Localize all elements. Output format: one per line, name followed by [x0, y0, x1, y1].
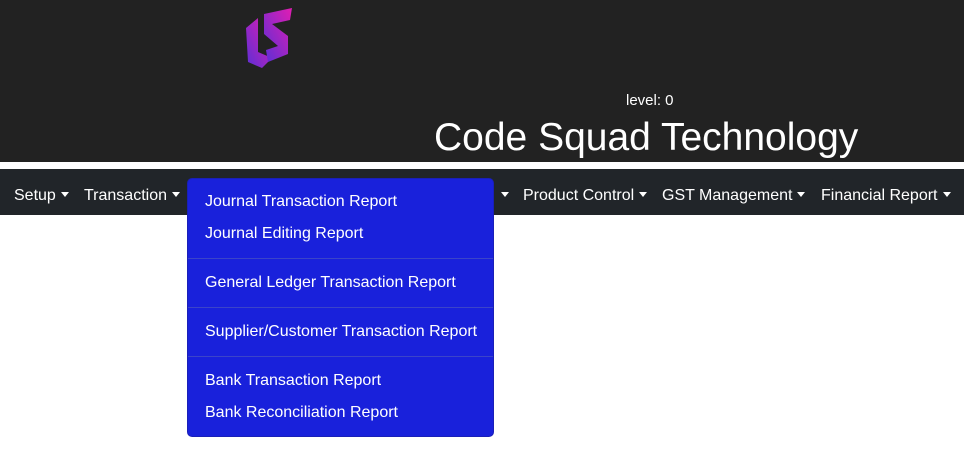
- menu-item-bank-reconciliation-report[interactable]: Bank Reconciliation Report: [205, 404, 398, 422]
- caret-down-icon: [942, 192, 951, 197]
- nav-product-control-label: Product Control: [523, 187, 635, 204]
- menu-divider: [188, 356, 493, 357]
- nav-financial-report[interactable]: Financial Report: [821, 169, 951, 215]
- nav-financial-report-label: Financial Report: [821, 187, 938, 204]
- nav-hidden-report[interactable]: [496, 169, 509, 215]
- caret-down-icon: [501, 192, 509, 197]
- menu-item-supplier-customer-transaction-report[interactable]: Supplier/Customer Transaction Report: [205, 323, 477, 341]
- nav-transaction-label: Transaction: [84, 187, 167, 204]
- nav-transaction[interactable]: Transaction: [84, 169, 180, 215]
- caret-down-icon: [797, 192, 806, 197]
- page-header: level: 0 Code Squad Technology: [0, 0, 964, 162]
- nav-gst-management-label: GST Management: [662, 187, 793, 204]
- menu-item-general-ledger-transaction-report[interactable]: General Ledger Transaction Report: [205, 274, 456, 292]
- nav-setup-label: Setup: [14, 187, 56, 204]
- caret-down-icon: [172, 192, 180, 197]
- menu-divider: [188, 307, 493, 308]
- level-indicator: level: 0: [626, 92, 674, 109]
- header-separator: [0, 162, 964, 169]
- nav-setup[interactable]: Setup: [14, 169, 69, 215]
- menu-item-journal-transaction-report[interactable]: Journal Transaction Report: [205, 193, 397, 211]
- menu-item-journal-editing-report[interactable]: Journal Editing Report: [205, 225, 363, 243]
- report-dropdown-menu: Journal Transaction Report Journal Editi…: [187, 178, 494, 437]
- cs-logo-icon[interactable]: [242, 6, 296, 70]
- menu-item-bank-transaction-report[interactable]: Bank Transaction Report: [205, 372, 381, 390]
- caret-down-icon: [60, 192, 69, 197]
- caret-down-icon: [639, 192, 648, 197]
- menu-divider: [188, 258, 493, 259]
- nav-gst-management[interactable]: GST Management: [662, 169, 806, 215]
- nav-product-control[interactable]: Product Control: [523, 169, 648, 215]
- brand-title: Code Squad Technology: [434, 116, 859, 159]
